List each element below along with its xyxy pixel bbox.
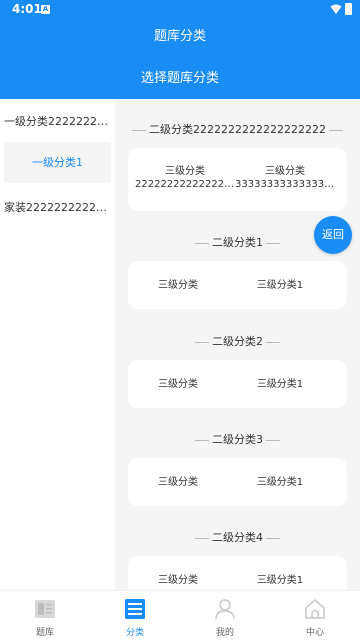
notification-icon: A	[41, 5, 50, 14]
page-subtitle: 选择题库分类	[140, 71, 219, 86]
divider	[132, 129, 146, 131]
tertiary-category-label: 三级分类	[265, 166, 305, 177]
secondary-category-label: 二级分类2	[212, 335, 263, 348]
back-button[interactable]: 返回	[314, 216, 352, 254]
user-icon	[215, 599, 235, 620]
primary-category-item[interactable]: 一级分类2222222222222222	[4, 113, 111, 129]
divider	[195, 341, 209, 343]
secondary-category-label: 二级分类2222222222222222222	[149, 123, 326, 136]
divider	[328, 129, 343, 131]
tertiary-category-item[interactable]: 三级分类 2222222222222222	[135, 165, 235, 191]
tertiary-category-card: 三级分类 三级分类1	[128, 458, 347, 506]
secondary-category-title: 二级分类4	[115, 529, 360, 545]
secondary-category-label: 二级分类4	[212, 531, 263, 544]
header: 4:01 A 题库分类 选择题库分类	[0, 0, 360, 99]
divider	[266, 242, 280, 244]
secondary-category-label: 二级分类3	[212, 433, 263, 446]
tab-label: 中心	[305, 628, 324, 638]
tertiary-category-label: 2222222222222222	[135, 179, 235, 190]
tertiary-category-item[interactable]: 三级分类1	[230, 378, 330, 391]
tab-label: 我的	[215, 628, 234, 638]
tertiary-category-item[interactable]: 三级分类	[128, 279, 228, 292]
primary-category-item-selected[interactable]: 一级分类1	[4, 142, 111, 183]
tertiary-category-label: 三级分类	[165, 166, 205, 177]
home-icon	[305, 598, 325, 619]
primary-category-list: 一级分类2222222222222222 一级分类1 家装22222222222…	[0, 99, 115, 590]
tertiary-category-item[interactable]: 三级分类1	[230, 279, 330, 292]
primary-category-item[interactable]: 家装22222222222222	[4, 199, 111, 215]
tertiary-category-item[interactable]: 三级分类1	[230, 574, 330, 587]
secondary-category-title: 二级分类2222222222222222222	[115, 121, 360, 137]
tertiary-category-card: 三级分类 三级分类1	[128, 556, 347, 590]
tab-question-bank[interactable]: 题库	[0, 591, 90, 640]
secondary-category-title: 二级分类2	[115, 333, 360, 349]
secondary-category-label: 二级分类1	[212, 236, 263, 249]
tertiary-category-label: 3333333333333333	[235, 179, 335, 190]
divider	[266, 537, 280, 539]
divider	[195, 439, 209, 441]
tertiary-category-card: 三级分类 三级分类1	[128, 360, 347, 408]
divider	[195, 242, 209, 244]
page-title: 题库分类	[153, 29, 206, 44]
tab-label: 题库	[35, 628, 54, 638]
tertiary-category-item[interactable]: 三级分类 3333333333333333	[235, 165, 335, 191]
tertiary-category-card: 三级分类 三级分类1	[128, 261, 347, 309]
divider	[266, 341, 280, 343]
book-icon	[35, 600, 55, 618]
subcategory-panel: 二级分类2222222222222222222 三级分类 22222222222…	[115, 99, 360, 590]
category-icon	[125, 599, 145, 619]
tab-mine[interactable]: 我的	[180, 591, 270, 640]
status-time: 4:01	[12, 2, 42, 16]
battery-icon	[345, 3, 352, 15]
divider	[195, 537, 209, 539]
tertiary-category-item[interactable]: 三级分类	[128, 574, 228, 587]
status-bar: 4:01 A	[0, 0, 360, 20]
tab-label: 分类	[125, 628, 144, 638]
bottom-tab-bar: 题库 分类 我的 中心	[0, 590, 360, 640]
tab-center[interactable]: 中心	[270, 591, 360, 640]
tertiary-category-card: 三级分类 2222222222222222 三级分类 3333333333333…	[128, 148, 347, 211]
tab-category[interactable]: 分类	[90, 591, 180, 640]
divider	[266, 439, 280, 441]
secondary-category-title: 二级分类3	[115, 431, 360, 447]
tertiary-category-item[interactable]: 三级分类	[128, 378, 228, 391]
tertiary-category-item[interactable]: 三级分类	[128, 476, 228, 489]
tertiary-category-item[interactable]: 三级分类1	[230, 476, 330, 489]
wifi-icon	[330, 4, 342, 14]
